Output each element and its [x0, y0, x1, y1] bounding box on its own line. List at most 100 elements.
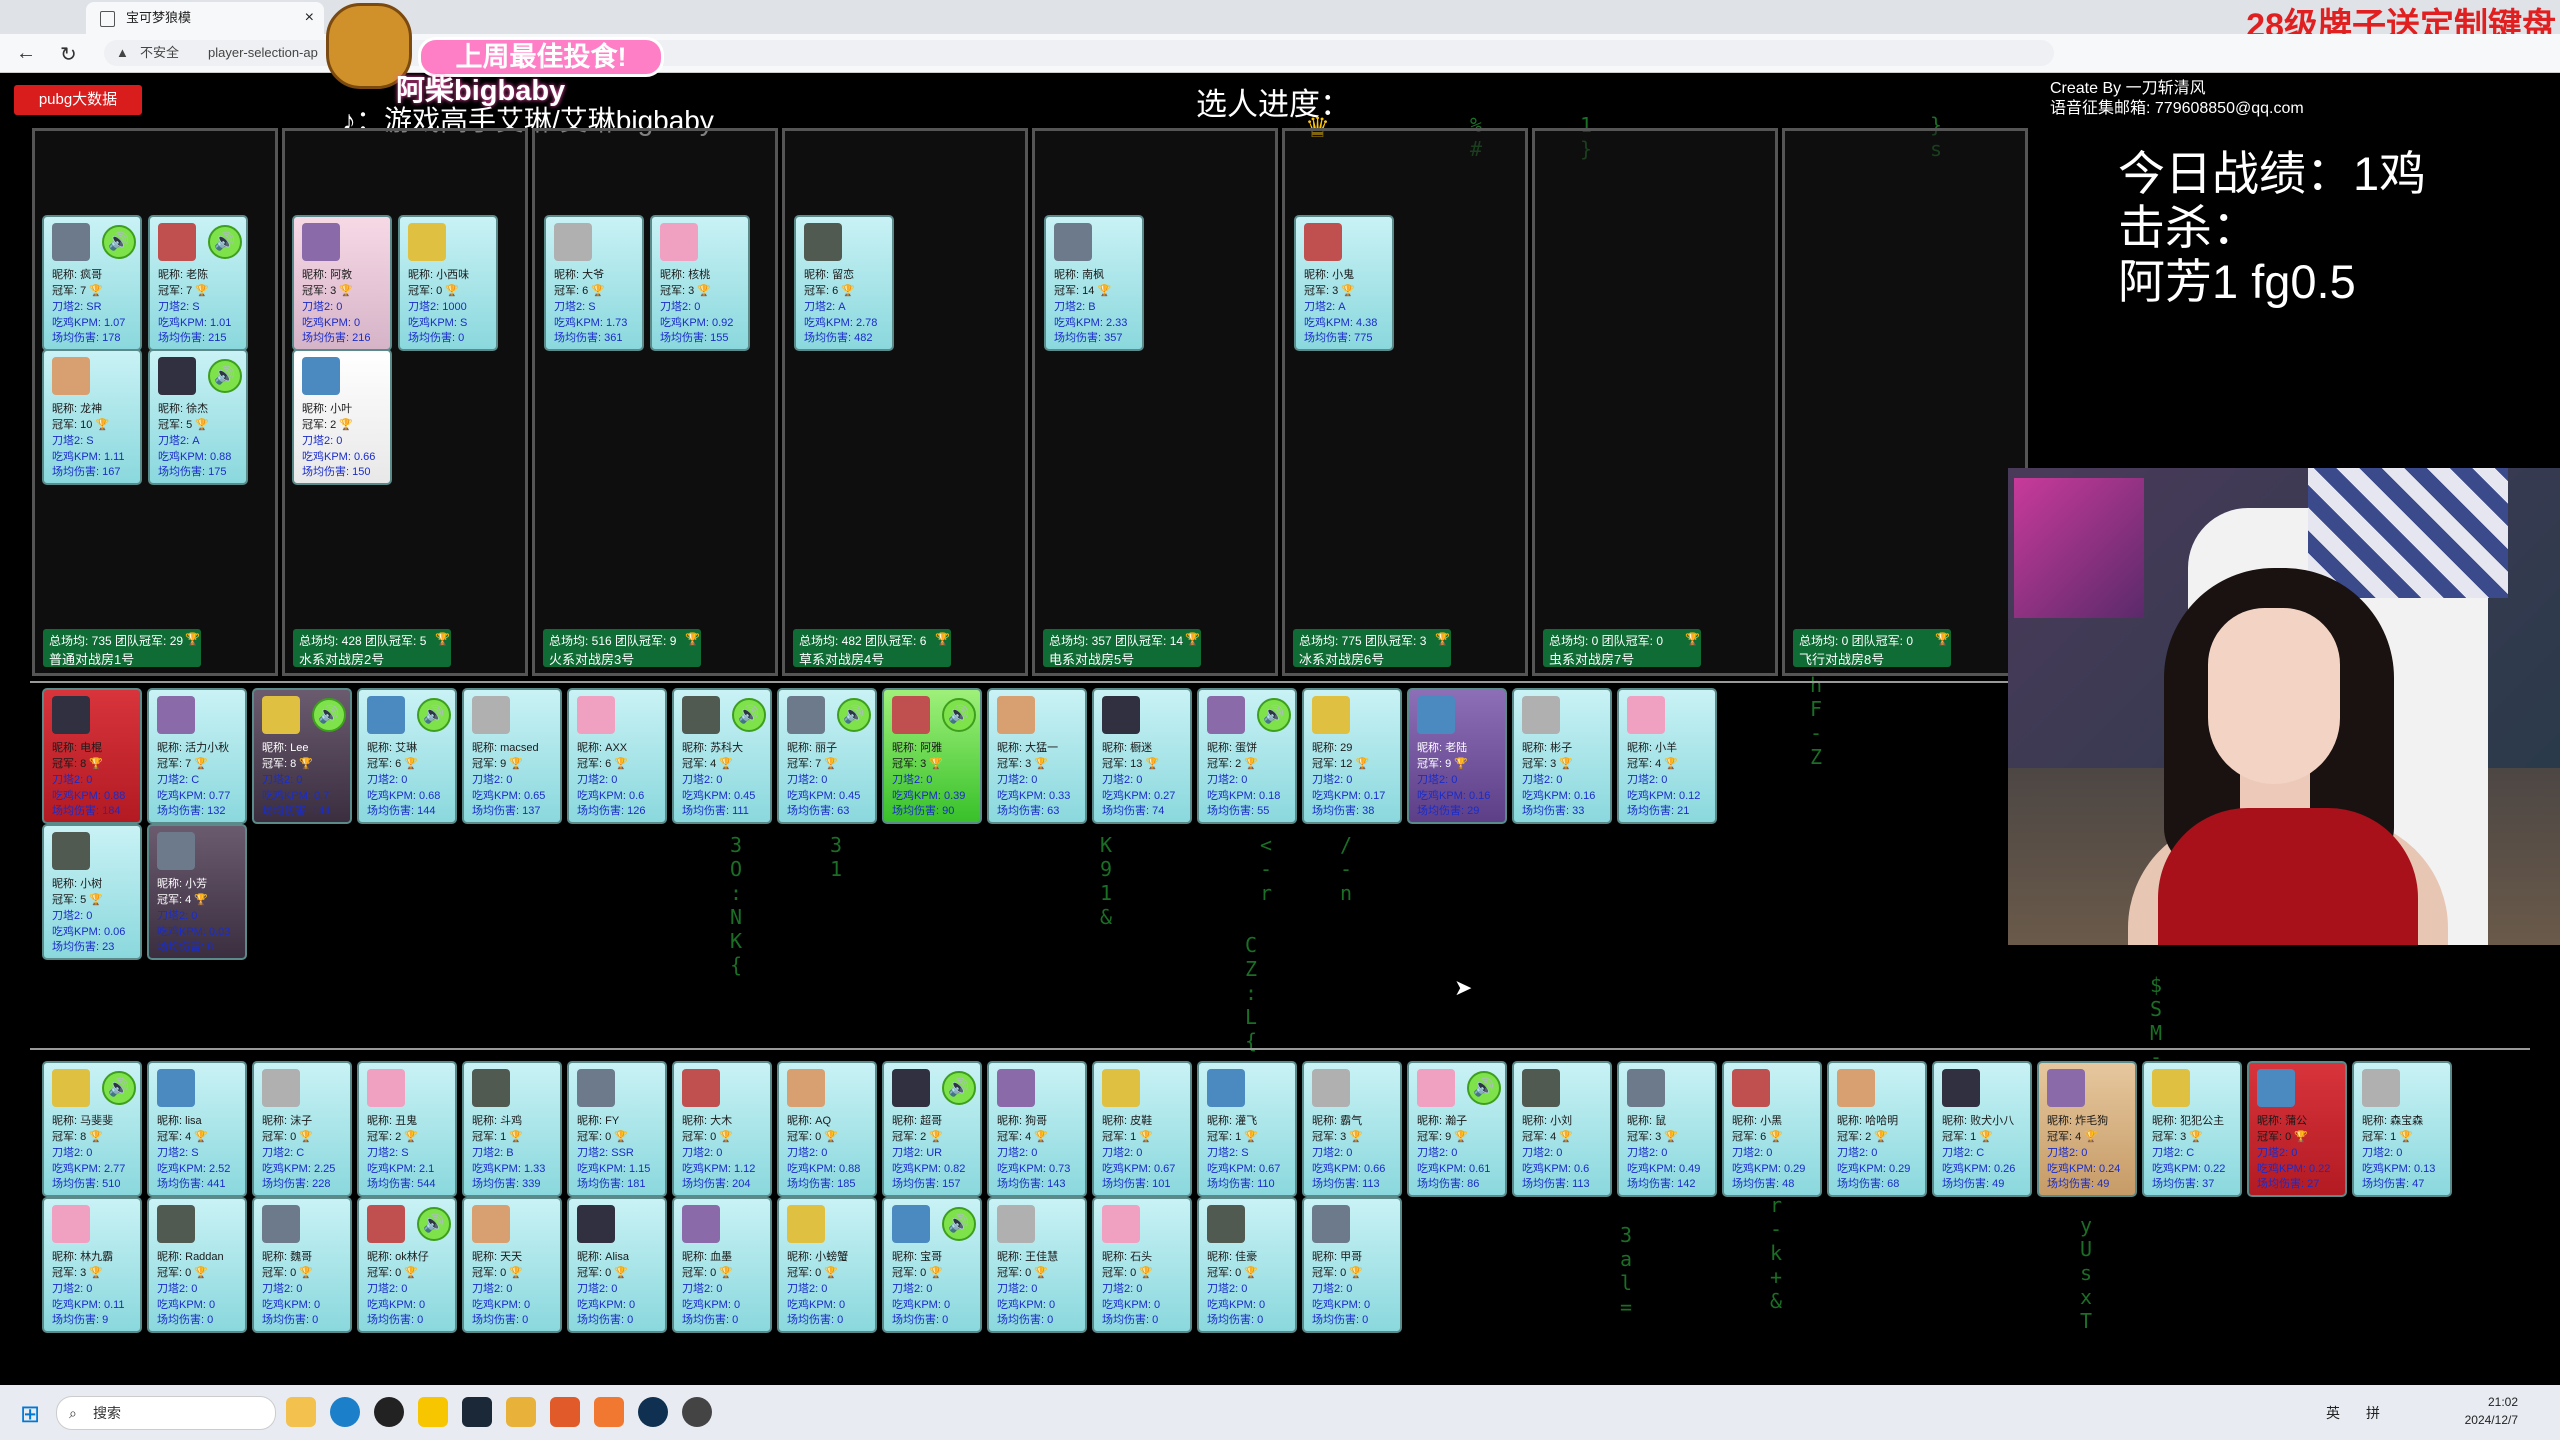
player-card[interactable]: 昵称: 天天 冠军: 0 🏆 刀塔2: 0 吃鸡KPM: 0 场均伤害: 0 [462, 1197, 562, 1333]
player-card[interactable]: 昵称: 小叶 冠军: 2 🏆 刀塔2: 0 吃鸡KPM: 0.66 场均伤害: 150 [292, 349, 392, 485]
player-card[interactable]: 🔊 昵称: 马斐斐 冠军: 8 🏆 刀塔2: 0 吃鸡KPM: 2.77 场均伤害: 51… [42, 1061, 142, 1197]
speaker-icon[interactable]: 🔊 [417, 698, 451, 732]
player-card[interactable]: 昵称: 丑鬼 冠军: 2 🏆 刀塔2: S 吃鸡KPM: 2.1 场均伤害: 544 [357, 1061, 457, 1197]
player-card[interactable]: 昵称: 灌飞 冠军: 1 🏆 刀塔2: S 吃鸡KPM: 0.67 场均伤害: 110 [1197, 1061, 1297, 1197]
app-icon[interactable] [374, 1397, 404, 1427]
app-icon[interactable] [506, 1397, 536, 1427]
speaker-icon[interactable]: 🔊 [208, 225, 242, 259]
player-card[interactable]: 昵称: 大爷 冠军: 6 🏆 刀塔2: S 吃鸡KPM: 1.73 场均伤害: 361 [544, 215, 644, 351]
player-card[interactable]: 昵称: 鼠冠军: 3 🏆 刀塔2: 0 吃鸡KPM: 0.49 场均伤害: 142 [1617, 1061, 1717, 1197]
app-icon[interactable] [550, 1397, 580, 1427]
player-card[interactable]: 昵称: Alisa 冠军: 0 🏆 刀塔2: 0 吃鸡KPM: 0 场均伤害: 0 [567, 1197, 667, 1333]
player-card[interactable]: 昵称: 斗鸡 冠军: 1 🏆 刀塔2: B 吃鸡KPM: 1.33 场均伤害: 339 [462, 1061, 562, 1197]
player-card[interactable]: 昵称: 留恋 冠军: 6 🏆 刀塔2: A 吃鸡KPM: 2.78 场均伤害: 482 [794, 215, 894, 351]
pubg-data-button[interactable]: pubg大数据 [14, 85, 142, 115]
player-card[interactable]: 昵称: 核桃 冠军: 3 🏆 刀塔2: 0 吃鸡KPM: 0.92 场均伤害: 155 [650, 215, 750, 351]
player-card[interactable]: 昵称: 魏哥 冠军: 0 🏆 刀塔2: 0 吃鸡KPM: 0 场均伤害: 0 [252, 1197, 352, 1333]
player-card[interactable]: 昵称: Raddan 冠军: 0 🏆 刀塔2: 0 吃鸡KPM: 0 场均伤害: 0 [147, 1197, 247, 1333]
player-card[interactable]: 🔊 昵称: 疯哥 冠军: 7 🏆 刀塔2: SR 吃鸡KPM: 1.07 场均伤害: 17… [42, 215, 142, 351]
player-card[interactable]: 昵称: 石头 冠军: 0 🏆 刀塔2: 0 吃鸡KPM: 0 场均伤害: 0 [1092, 1197, 1192, 1333]
battle-room[interactable]: 总场均: 775 团队冠军: 3 🏆 冰系对战房6号 [1282, 128, 1528, 676]
player-card[interactable]: 昵称: 小螃蟹 冠军: 0 🏆 刀塔2: 0 吃鸡KPM: 0 场均伤害: 0 [777, 1197, 877, 1333]
player-card[interactable]: 昵称: 小鬼 冠军: 3 🏆 刀塔2: A 吃鸡KPM: 4.38 场均伤害: 775 [1294, 215, 1394, 351]
close-tab-icon[interactable]: × [305, 2, 314, 34]
speaker-icon[interactable]: 🔊 [417, 1207, 451, 1241]
player-card[interactable]: 昵称: 29 冠军: 12 🏆 刀塔2: 0 吃鸡KPM: 0.17 场均伤害: 38 [1302, 688, 1402, 824]
file-explorer-icon[interactable] [286, 1397, 316, 1427]
player-card[interactable]: 昵称: 血墨 冠军: 0 🏆 刀塔2: 0 吃鸡KPM: 0 场均伤害: 0 [672, 1197, 772, 1333]
battle-room[interactable]: 总场均: 357 团队冠军: 14 🏆 电系对战房5号 [1032, 128, 1278, 676]
speaker-icon[interactable]: 🔊 [102, 1071, 136, 1105]
player-card[interactable]: 昵称: 大木 冠军: 0 🏆 刀塔2: 0 吃鸡KPM: 1.12 场均伤害: 204 [672, 1061, 772, 1197]
player-card[interactable]: 昵称: 小树 冠军: 5 🏆 刀塔2: 0 吃鸡KPM: 0.06 场均伤害: 23 [42, 824, 142, 960]
player-card[interactable]: 昵称: 沫子 冠军: 0 🏆 刀塔2: C 吃鸡KPM: 2.25 场均伤害: 228 [252, 1061, 352, 1197]
battle-room[interactable]: 总场均: 516 团队冠军: 9 🏆 火系对战房3号 [532, 128, 778, 676]
app-icon[interactable] [418, 1397, 448, 1427]
app-icon[interactable] [638, 1397, 668, 1427]
taskbar-search[interactable]: ⌕ 搜索 [56, 1396, 276, 1430]
player-card[interactable]: 昵称: 小羊 冠军: 4 🏆 刀塔2: 0 吃鸡KPM: 0.12 场均伤害: 21 [1617, 688, 1717, 824]
player-card[interactable]: 🔊 昵称: 艾琳 冠军: 6 🏆 刀塔2: 0 吃鸡KPM: 0.68 场均伤害: 144 [357, 688, 457, 824]
player-card[interactable]: 昵称: 狗哥 冠军: 4 🏆 刀塔2: 0 吃鸡KPM: 0.73 场均伤害: 143 [987, 1061, 1087, 1197]
player-card[interactable]: 昵称: macsed 冠军: 9 🏆 刀塔2: 0 吃鸡KPM: 0.65 场均伤害: … [462, 688, 562, 824]
player-card[interactable]: 昵称: 彬子 冠军: 3 🏆 刀塔2: 0 吃鸡KPM: 0.16 场均伤害: 33 [1512, 688, 1612, 824]
battle-room[interactable]: 总场均: 482 团队冠军: 6 🏆 草系对战房4号 [782, 128, 1028, 676]
player-card[interactable]: 昵称: 霸气 冠军: 3 🏆 刀塔2: 0 吃鸡KPM: 0.66 场均伤害: 113 [1302, 1061, 1402, 1197]
player-card[interactable]: 昵称: 甲哥 冠军: 0 🏆 刀塔2: 0 吃鸡KPM: 0 场均伤害: 0 [1302, 1197, 1402, 1333]
speaker-icon[interactable]: 🔊 [942, 1071, 976, 1105]
battle-room[interactable]: 总场均: 0 团队冠军: 0 🏆 虫系对战房7号 [1532, 128, 1778, 676]
player-card[interactable]: 🔊 昵称: ok林仔 冠军: 0 🏆 刀塔2: 0 吃鸡KPM: 0 场均伤害: 0 [357, 1197, 457, 1333]
player-card[interactable]: 昵称: 大猛一 冠军: 3 🏆 刀塔2: 0 吃鸡KPM: 0.33 场均伤害: 63 [987, 688, 1087, 824]
back-icon[interactable]: ← [16, 42, 36, 65]
player-card[interactable]: 昵称: FY 冠军: 0 🏆 刀塔2: SSR 吃鸡KPM: 1.15 场均伤害: 18… [567, 1061, 667, 1197]
player-card[interactable]: 昵称: 佳豪 冠军: 0 🏆 刀塔2: 0 吃鸡KPM: 0 场均伤害: 0 [1197, 1197, 1297, 1333]
app-icon[interactable] [682, 1397, 712, 1427]
speaker-icon[interactable]: 🔊 [837, 698, 871, 732]
speaker-icon[interactable]: 🔊 [942, 1207, 976, 1241]
player-card[interactable]: 昵称: 败犬小八 冠军: 1 🏆 刀塔2: C 吃鸡KPM: 0.26 场均伤害: 49 [1932, 1061, 2032, 1197]
speaker-icon[interactable]: 🔊 [312, 698, 346, 732]
player-card[interactable]: 昵称: AXX 冠军: 6 🏆 刀塔2: 0 吃鸡KPM: 0.6 场均伤害: 126 [567, 688, 667, 824]
player-card[interactable]: 🔊 昵称: 老陈 冠军: 7 🏆 刀塔2: S 吃鸡KPM: 1.01 场均伤害: 215 [148, 215, 248, 351]
player-card[interactable]: 🔊 昵称: Lee 冠军: 8 🏆 刀塔2: 0 吃鸡KPM: 0.7 场均伤害: 144 [252, 688, 352, 824]
player-card[interactable]: 昵称: lisa 冠军: 4 🏆 刀塔2: S 吃鸡KPM: 2.52 场均伤害: 44… [147, 1061, 247, 1197]
player-card[interactable]: 🔊 昵称: 丽子 冠军: 7 🏆 刀塔2: 0 吃鸡KPM: 0.45 场均伤害: 63 [777, 688, 877, 824]
speaker-icon[interactable]: 🔊 [208, 359, 242, 393]
player-card[interactable]: 昵称: 森宝森 冠军: 1 🏆 刀塔2: 0 吃鸡KPM: 0.13 场均伤害: 47 [2352, 1061, 2452, 1197]
ime-pinyin[interactable]: 拼 [2366, 1403, 2380, 1423]
windows-start-icon[interactable]: ⊞ [20, 1400, 40, 1429]
player-card[interactable]: 昵称: 小西味 冠军: 0 🏆 刀塔2: 1000 吃鸡KPM: S 场均伤害: 0 [398, 215, 498, 351]
player-card[interactable]: 昵称: 小黑 冠军: 6 🏆 刀塔2: 0 吃鸡KPM: 0.29 场均伤害: 48 [1722, 1061, 1822, 1197]
player-card[interactable]: 昵称: 小芳 冠军: 4 🏆 刀塔2: 0 吃鸡KPM: 0.03 场均伤害: 8 [147, 824, 247, 960]
player-card[interactable]: 昵称: 阿敦 冠军: 3 🏆 刀塔2: 0 吃鸡KPM: 0 场均伤害: 216 [292, 215, 392, 351]
player-card[interactable]: 昵称: 林九霸 冠军: 3 🏆 刀塔2: 0 吃鸡KPM: 0.11 场均伤害: 9 [42, 1197, 142, 1333]
player-card[interactable]: 🔊 昵称: 瀚子 冠军: 9 🏆 刀塔2: 0 吃鸡KPM: 0.61 场均伤害: 86 [1407, 1061, 1507, 1197]
player-card[interactable]: 昵称: 活力小秋 冠军: 7 🏆 刀塔2: C 吃鸡KPM: 0.77 场均伤害: 13… [147, 688, 247, 824]
player-card[interactable]: 昵称: 犯犯公主 冠军: 3 🏆 刀塔2: C 吃鸡KPM: 0.22 场均伤害: 37 [2142, 1061, 2242, 1197]
app-icon[interactable] [594, 1397, 624, 1427]
speaker-icon[interactable]: 🔊 [1467, 1071, 1501, 1105]
browser-tab[interactable]: 宝可梦狼模 × [86, 2, 324, 34]
speaker-icon[interactable]: 🔊 [732, 698, 766, 732]
player-card[interactable]: 🔊 昵称: 宝哥 冠军: 0 🏆 刀塔2: 0 吃鸡KPM: 0 场均伤害: 0 [882, 1197, 982, 1333]
player-card[interactable]: 昵称: 电棍 冠军: 8 🏆 刀塔2: 0 吃鸡KPM: 0.88 场均伤害: 184 [42, 688, 142, 824]
player-card[interactable]: 昵称: 老陆 冠军: 9 🏆 刀塔2: 0 吃鸡KPM: 0.16 场均伤害: 29 [1407, 688, 1507, 824]
player-card[interactable]: 昵称: 蒲公 冠军: 0 🏆 刀塔2: 0 吃鸡KPM: 0.22 场均伤害: 27 [2247, 1061, 2347, 1197]
player-card[interactable]: 昵称: 哈哈明 冠军: 2 🏆 刀塔2: 0 吃鸡KPM: 0.29 场均伤害: 68 [1827, 1061, 1927, 1197]
ime-english[interactable]: 英 [2326, 1403, 2340, 1423]
player-card[interactable]: 昵称: 王佳慧 冠军: 0 🏆 刀塔2: 0 吃鸡KPM: 0 场均伤害: 0 [987, 1197, 1087, 1333]
speaker-icon[interactable]: 🔊 [942, 698, 976, 732]
speaker-icon[interactable]: 🔊 [1257, 698, 1291, 732]
player-card[interactable]: 昵称: 炸毛狗 冠军: 4 🏆 刀塔2: 0 吃鸡KPM: 0.24 场均伤害: 49 [2037, 1061, 2137, 1197]
reload-icon[interactable]: ↻ [60, 42, 77, 67]
player-card[interactable]: 🔊 昵称: 阿雅 冠军: 3 🏆 刀塔2: 0 吃鸡KPM: 0.39 场均伤害: 90 [882, 688, 982, 824]
player-card[interactable]: 昵称: 小刘 冠军: 4 🏆 刀塔2: 0 吃鸡KPM: 0.6 场均伤害: 113 [1512, 1061, 1612, 1197]
speaker-icon[interactable]: 🔊 [102, 225, 136, 259]
security-warning-icon[interactable]: ▲ [116, 40, 129, 66]
system-clock[interactable]: 21:02 2024/12/7 [2454, 1393, 2518, 1429]
player-card[interactable]: 昵称: AQ 冠军: 0 🏆 刀塔2: 0 吃鸡KPM: 0.88 场均伤害: 185 [777, 1061, 877, 1197]
player-card[interactable]: 🔊 昵称: 蛋饼 冠军: 2 🏆 刀塔2: 0 吃鸡KPM: 0.18 场均伤害: 55 [1197, 688, 1297, 824]
edge-browser-icon[interactable] [330, 1397, 360, 1427]
player-card[interactable]: 昵称: 皮鞋 冠军: 1 🏆 刀塔2: 0 吃鸡KPM: 0.67 场均伤害: 101 [1092, 1061, 1192, 1197]
player-card[interactable]: 🔊 昵称: 超哥 冠军: 2 🏆 刀塔2: UR 吃鸡KPM: 0.82 场均伤害: 15… [882, 1061, 982, 1197]
